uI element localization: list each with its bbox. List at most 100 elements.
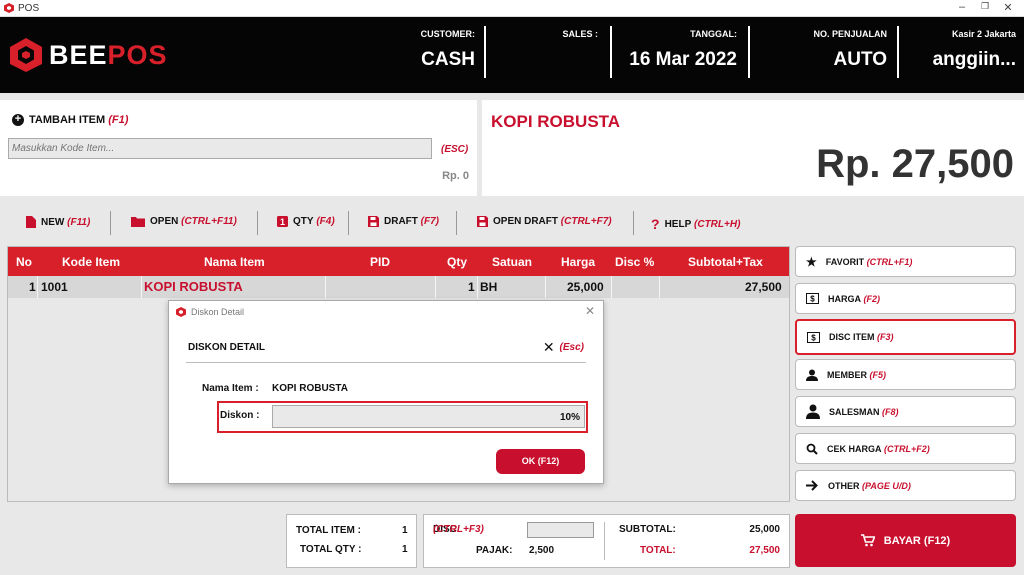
item-name-value: KOPI ROBUSTA: [272, 383, 348, 394]
payment-summary-box: DISC (CTRL+F3) PAJAK: 2,500 SUBTOTAL: 25…: [423, 514, 790, 568]
display-item-name: KOPI ROBUSTA: [491, 112, 621, 131]
pajak-value: 2,500: [529, 545, 555, 556]
cell-no: 1: [29, 280, 36, 294]
restore-icon[interactable]: ❐: [975, 1, 995, 12]
customer-value: CASH: [421, 49, 475, 70]
total-item-label: TOTAL ITEM :: [296, 525, 361, 536]
harga-shortcut: (F2): [863, 293, 881, 304]
date-value: 16 Mar 2022: [629, 49, 737, 70]
date-label: TANGGAL:: [690, 29, 737, 39]
open-draft-label: OPEN DRAFT: [493, 216, 558, 227]
other-shortcut: (PAGE U/D): [862, 480, 911, 491]
sale-number-field[interactable]: NO. PENJUALAN AUTO: [760, 17, 887, 93]
col-no: No: [16, 255, 32, 269]
other-button[interactable]: OTHER (PAGE U/D): [795, 470, 1016, 501]
table-row[interactable]: 1 1001 KOPI ROBUSTA 1 BH 25,000 27,500: [8, 276, 789, 298]
customer-field[interactable]: CUSTOMER: CASH: [330, 17, 475, 93]
logo: BEEPOS: [9, 37, 168, 73]
open-draft-shortcut: (CTRL+F7): [560, 216, 612, 227]
new-shortcut: (F11): [67, 216, 91, 228]
svg-text:$: $: [811, 333, 816, 342]
disc-item-button[interactable]: $ DISC ITEM (F3): [795, 319, 1016, 355]
new-button[interactable]: NEW (F11): [26, 216, 90, 228]
date-field[interactable]: TANGGAL: 16 Mar 2022: [620, 17, 737, 93]
toolbar-divider: [257, 211, 258, 235]
open-draft-button[interactable]: OPEN DRAFT (CTRL+F7): [477, 216, 612, 227]
cashier-name: anggiin...: [932, 49, 1016, 70]
cell-item-code: 1001: [41, 280, 68, 294]
new-label: NEW: [41, 216, 65, 228]
member-shortcut: (F5): [869, 369, 887, 380]
minimize-icon[interactable]: –: [952, 1, 972, 13]
col-pid: PID: [370, 255, 391, 269]
open-button[interactable]: OPEN (CTRL+F11): [131, 216, 237, 227]
add-item-shortcut: (F1): [108, 114, 129, 126]
harga-button[interactable]: $ HARGA (F2): [795, 283, 1016, 314]
col-subtotal: Subtotal+Tax: [688, 255, 763, 269]
toolbar-divider: [633, 211, 634, 235]
salesman-label: SALESMAN: [829, 406, 880, 417]
item-amount: Rp. 0: [442, 170, 469, 182]
cashier-field[interactable]: Kasir 2 Jakarta anggiin...: [905, 17, 1016, 93]
sales-label: SALES :: [562, 29, 598, 39]
new-file-icon: [26, 216, 36, 228]
col-price: Harga: [561, 255, 596, 269]
brand-name-pos: POS: [107, 39, 168, 70]
total-qty-label: TOTAL QTY :: [300, 544, 362, 555]
search-icon: [806, 443, 818, 455]
cek-harga-button[interactable]: CEK HARGA (CTRL+F2): [795, 433, 1016, 464]
member-button[interactable]: MEMBER (F5): [795, 359, 1016, 390]
subtotal-label: SUBTOTAL:: [619, 524, 676, 535]
sale-number-label: NO. PENJUALAN: [813, 29, 887, 39]
window-title: POS: [18, 3, 40, 14]
col-unit: Satuan: [492, 255, 533, 269]
help-button[interactable]: ? HELP (CTRL+H): [651, 216, 740, 232]
dialog-close-icon[interactable]: ✕: [585, 304, 595, 318]
qty-button[interactable]: 1 QTY (F4): [277, 216, 335, 227]
disc-input[interactable]: [527, 522, 594, 538]
favorit-button[interactable]: ★ FAVORIT (CTRL+F1): [795, 246, 1016, 277]
help-shortcut: (CTRL+H): [694, 218, 741, 230]
brand-name-bee: BEE: [49, 39, 108, 70]
close-window-icon[interactable]: ✕: [998, 1, 1018, 14]
dialog-divider: [186, 362, 586, 363]
header-bar: BEEPOS CUSTOMER: CASH SALES : TANGGAL: 1…: [0, 17, 1024, 93]
draft-shortcut: (F7): [420, 216, 440, 227]
discount-input[interactable]: 10%: [272, 405, 585, 428]
total-label: TOTAL:: [640, 545, 676, 556]
add-item-text: TAMBAH ITEM: [29, 114, 106, 126]
pay-button[interactable]: BAYAR (F12): [795, 514, 1016, 567]
header-divider: [897, 26, 899, 78]
item-code-input[interactable]: [8, 138, 432, 159]
ok-button[interactable]: OK (F12): [496, 449, 585, 474]
user-icon: [806, 369, 818, 381]
favorit-shortcut: (CTRL+F1): [866, 256, 913, 267]
sales-field[interactable]: SALES :: [500, 17, 598, 93]
dialog-esc-button[interactable]: ✕ (Esc): [543, 339, 584, 356]
item-display-panel: KOPI ROBUSTA Rp. 27,500: [482, 100, 1024, 196]
cashier-branch: Kasir 2 Jakarta: [951, 29, 1016, 39]
member-label: MEMBER: [827, 369, 867, 380]
dollar-icon: $: [807, 331, 820, 343]
toolbar-divider: [456, 211, 457, 235]
add-item-panel: + TAMBAH ITEM (F1) (ESC) Rp. 0: [0, 100, 477, 196]
qty-icon: 1: [277, 216, 288, 227]
harga-label: HARGA: [828, 293, 861, 304]
bee-logo-icon: [10, 38, 42, 72]
cell-subtotal: 27,500: [745, 280, 782, 294]
app-icon: [4, 3, 14, 13]
qty-label: QTY: [293, 216, 314, 227]
col-item-name: Nama Item: [204, 255, 265, 269]
salesman-icon: [806, 404, 820, 419]
total-value: 27,500: [749, 545, 780, 556]
header-divider: [484, 26, 486, 78]
draft-button[interactable]: DRAFT (F7): [368, 216, 439, 227]
cell-item-name: KOPI ROBUSTA: [144, 279, 243, 294]
draft-label: DRAFT: [384, 216, 418, 227]
arrow-right-icon: [806, 480, 818, 491]
dollar-icon: $: [806, 293, 819, 304]
cek-harga-shortcut: (CTRL+F2): [884, 443, 930, 454]
salesman-button[interactable]: SALESMAN (F8): [795, 396, 1016, 427]
dialog-title: Diskon Detail: [191, 307, 245, 317]
question-icon: ?: [651, 216, 660, 232]
